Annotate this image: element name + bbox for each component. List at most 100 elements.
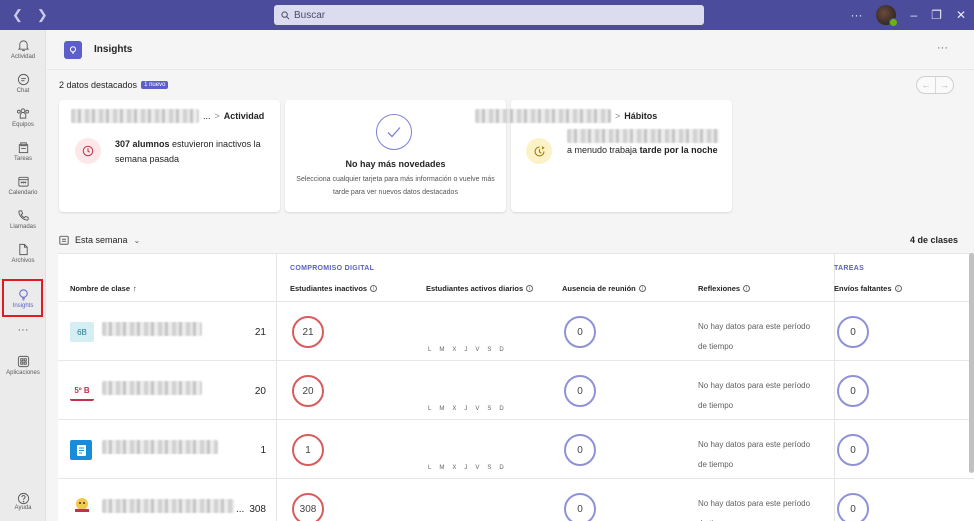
header-class-name[interactable]: Nombre de clase ↑ — [70, 284, 137, 293]
no-news-subtitle: Selecciona cualquier tarjeta para más in… — [296, 176, 495, 196]
reflections-no-data: No hay datos para este período de tiempo — [698, 499, 811, 521]
table-row[interactable]: 5º B 20 20 LMXJVSD 0 No hay datos para e… — [58, 361, 974, 419]
close-button[interactable]: ✕ — [956, 8, 966, 22]
redacted-student-name — [475, 109, 611, 123]
sort-arrow-icon: ↑ — [133, 284, 137, 293]
missing-ring[interactable]: 0 — [837, 493, 869, 521]
highlight-card-habits[interactable]: > Hábitos a menudo trabaja tarde por la … — [475, 100, 732, 212]
weekday-labels: LMXJVSD — [428, 406, 504, 412]
header-missing-submissions[interactable]: Envíos faltantes i — [834, 284, 902, 293]
missing-ring[interactable]: 0 — [837, 434, 869, 466]
insights-app-icon — [64, 40, 82, 59]
chevron-left-icon[interactable]: ❮ — [12, 7, 23, 23]
more-options-button[interactable]: ··· — [937, 42, 948, 54]
title-bar: ❮ ❯ Buscar ··· – ❐ ✕ — [0, 0, 974, 30]
class-student-count: 21 — [254, 327, 266, 338]
chevron-right-icon: > — [214, 111, 220, 121]
bell-icon — [16, 38, 30, 52]
help-icon — [17, 492, 29, 505]
rail-more-button[interactable]: ··· — [0, 313, 46, 347]
table-row[interactable]: ... 308 308 0 No hay datos para este per… — [58, 479, 974, 521]
class-student-count: 308 — [249, 504, 266, 515]
table-row[interactable]: 6B 21 21 LMXJVSD 0 No hay datos para est… — [58, 302, 974, 360]
class-avatar: 5º B — [70, 381, 94, 401]
class-student-count: 20 — [254, 386, 266, 397]
avatar[interactable] — [876, 5, 899, 27]
info-icon: i — [743, 285, 751, 292]
header-daily-active[interactable]: Estudiantes activos diarios i — [426, 284, 534, 293]
inactive-ring[interactable]: 21 — [292, 316, 324, 348]
highlight-box — [2, 279, 43, 317]
absence-ring[interactable]: 0 — [564, 375, 596, 407]
inactive-ring[interactable]: 20 — [292, 375, 324, 407]
redacted-class-name — [102, 322, 202, 336]
page-title: Insights — [94, 44, 133, 55]
header-meeting-absence[interactable]: Ausencia de reunión i — [562, 284, 646, 293]
scrollbar[interactable] — [969, 253, 974, 473]
arrow-left-icon[interactable]: ← — [917, 77, 935, 93]
classes-table: COMPROMISO DIGITAL TAREAS Nombre de clas… — [58, 253, 974, 521]
info-icon: i — [526, 285, 534, 292]
table-row[interactable]: 1 1 LMXJVSD 0 No hay datos para este per… — [58, 420, 974, 478]
classes-count: 4 de clases — [909, 235, 958, 245]
inactive-ring[interactable]: 1 — [292, 434, 324, 466]
assignments-icon — [16, 140, 30, 154]
card-text: 307 alumnos estuvieron inactivos la sema… — [115, 139, 261, 164]
header-inactive-students[interactable]: Estudiantes inactivos i — [290, 284, 378, 293]
notebook-icon — [70, 440, 92, 460]
app-header: Insights ··· — [47, 30, 974, 70]
redacted-class-name — [102, 440, 218, 454]
apps-icon — [16, 354, 30, 368]
redacted-student-detail — [567, 128, 719, 143]
chevron-right-icon[interactable]: ❯ — [37, 7, 48, 23]
clock-icon — [75, 138, 101, 164]
arrow-right-icon[interactable]: → — [935, 77, 953, 93]
minimize-button[interactable]: – — [910, 8, 917, 22]
absence-ring[interactable]: 0 — [564, 316, 596, 348]
rail-item-equipos[interactable]: Equipos — [0, 100, 46, 134]
rail-item-aplicaciones[interactable]: Aplicaciones — [0, 348, 46, 382]
rail-item-actividad[interactable]: Actividad — [0, 32, 46, 66]
group-digital-engagement: COMPROMISO DIGITAL — [290, 265, 375, 272]
rail-item-chat[interactable]: Chat — [0, 66, 46, 100]
missing-ring[interactable]: 0 — [837, 316, 869, 348]
phone-icon — [16, 208, 30, 222]
missing-ring[interactable]: 0 — [837, 375, 869, 407]
highlight-card-no-news: No hay más novedades Selecciona cualquie… — [285, 100, 506, 212]
chevron-down-icon: ⌄ — [133, 235, 141, 245]
class-avatar: 6B — [70, 322, 94, 342]
highlights-pager: ← → — [916, 76, 954, 94]
group-assignments: TAREAS — [834, 265, 865, 272]
weekday-labels: LMXJVSD — [428, 465, 504, 471]
info-icon: i — [638, 285, 646, 292]
search-input[interactable]: Buscar — [274, 5, 704, 25]
inactive-ring[interactable]: 308 — [292, 493, 324, 521]
info-icon: i — [894, 285, 902, 292]
absence-ring[interactable]: 0 — [564, 493, 596, 521]
rail-item-calendario[interactable]: Calendario — [0, 168, 46, 202]
card-category: Hábitos — [624, 111, 658, 121]
no-news-title: No hay más novedades — [345, 159, 446, 169]
redacted-class-name — [102, 499, 234, 513]
header-reflections[interactable]: Reflexiones i — [698, 284, 751, 293]
more-options-button[interactable]: ··· — [850, 8, 862, 22]
highlight-card-activity[interactable]: ... > Actividad 307 alumnos estuvieron i… — [59, 100, 280, 212]
reflections-no-data: No hay datos para este período de tiempo — [698, 381, 811, 410]
week-selector[interactable]: Esta semana ⌄ — [59, 235, 140, 245]
card-text: a menudo trabaja tarde por la noche — [567, 128, 727, 158]
rail-item-ayuda[interactable]: Ayuda — [0, 492, 46, 511]
highlights-header: 2 datos destacados 1 nuevo — [59, 80, 169, 90]
chat-icon — [16, 72, 30, 86]
rail-item-archivos[interactable]: Archivos — [0, 236, 46, 270]
calendar-icon — [16, 174, 30, 188]
teams-icon — [16, 106, 30, 120]
maximize-button[interactable]: ❐ — [931, 8, 942, 22]
absence-ring[interactable]: 0 — [564, 434, 596, 466]
redacted-class-name — [71, 109, 199, 123]
app-rail: Actividad Chat Equipos Tareas Calendario… — [0, 30, 46, 521]
class-avatar-illustration — [70, 495, 94, 515]
info-icon: i — [370, 285, 378, 292]
rail-item-llamadas[interactable]: Llamadas — [0, 202, 46, 236]
file-icon — [16, 242, 30, 256]
rail-item-tareas[interactable]: Tareas — [0, 134, 46, 168]
